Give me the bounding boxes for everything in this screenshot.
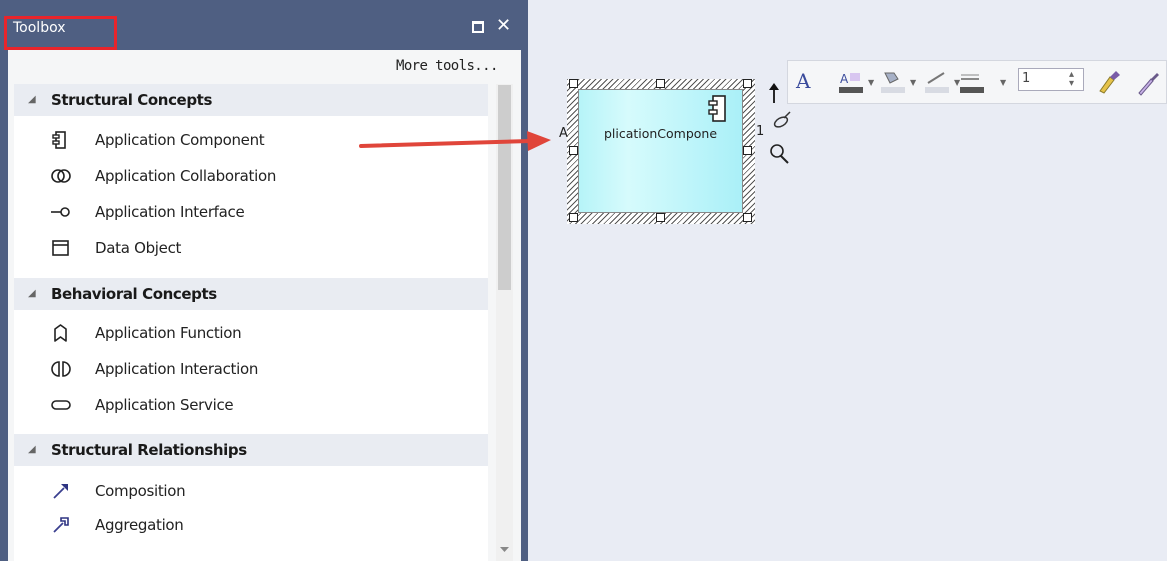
toolbox-item-application-function[interactable]: Application Function <box>14 317 488 349</box>
font-color-icon[interactable]: A <box>838 69 864 101</box>
section-label: Structural Concepts <box>51 91 212 109</box>
section-label: Structural Relationships <box>51 441 247 459</box>
section-label: Behavioral Concepts <box>51 285 217 303</box>
collapse-arrow-icon: ◢ <box>28 94 36 105</box>
interface-icon <box>50 202 72 222</box>
interaction-icon <box>50 359 72 379</box>
item-label: Application Interaction <box>95 360 259 378</box>
item-label: Application Component <box>95 131 265 149</box>
resize-handle-bottom-right[interactable] <box>743 213 752 222</box>
scroll-down-arrow-icon[interactable] <box>498 540 511 552</box>
resize-handle-right[interactable] <box>743 146 752 155</box>
composition-icon <box>50 481 72 501</box>
eyedropper-icon[interactable] <box>1135 69 1161 101</box>
font-button[interactable]: A <box>796 69 810 93</box>
item-label: Composition <box>95 482 186 500</box>
component-icon <box>50 130 72 150</box>
svg-text:A: A <box>840 72 849 86</box>
toolbox-item-application-service[interactable]: Application Service <box>14 389 488 421</box>
section-structural-concepts[interactable]: ◢ Structural Concepts <box>14 84 488 116</box>
chevron-down-icon[interactable]: ▼ <box>910 78 916 87</box>
section-behavioral-concepts[interactable]: ◢ Behavioral Concepts <box>14 278 488 310</box>
item-label: Application Service <box>95 396 234 414</box>
title-highlight-box <box>4 16 117 50</box>
element-label-left: A <box>559 126 568 141</box>
resize-handle-top-left[interactable] <box>569 79 578 88</box>
annotation-arrow <box>355 120 555 164</box>
function-icon <box>50 323 72 343</box>
resize-handle-top[interactable] <box>656 79 665 88</box>
toolbox-item-application-interface[interactable]: Application Interface <box>14 196 488 228</box>
line-color-icon[interactable] <box>924 69 950 101</box>
toolbox-item-application-collaboration[interactable]: Application Collaboration <box>14 160 488 192</box>
toolbox-item-composition[interactable]: Composition <box>14 475 488 507</box>
item-label: Application Function <box>95 324 242 342</box>
data-object-icon <box>50 238 72 258</box>
zoom-icon[interactable] <box>768 142 790 170</box>
service-icon <box>50 395 72 415</box>
pin-icon[interactable] <box>770 110 792 136</box>
collapse-arrow-icon: ◢ <box>28 288 36 299</box>
line-width-value: 1 <box>1022 71 1031 86</box>
toolbox-item-application-interaction[interactable]: Application Interaction <box>14 353 488 385</box>
quick-linker-arrow-icon[interactable] <box>767 82 781 108</box>
collaboration-icon <box>50 166 72 186</box>
line-width-icon[interactable] <box>959 69 985 101</box>
resize-handle-bottom-left[interactable] <box>569 213 578 222</box>
chevron-down-icon[interactable]: ▼ <box>1000 78 1006 87</box>
item-label: Aggregation <box>95 516 184 534</box>
resize-handle-left[interactable] <box>569 146 578 155</box>
element-label-right: 1 <box>756 124 765 139</box>
close-icon[interactable]: ✕ <box>496 15 511 37</box>
aggregation-icon <box>50 515 72 535</box>
chevron-down-icon[interactable]: ▼ <box>868 78 874 87</box>
element-component-icon <box>706 94 732 128</box>
toolbox-item-data-object[interactable]: Data Object <box>14 232 488 264</box>
item-label: Data Object <box>95 239 182 257</box>
section-structural-relationships[interactable]: ◢ Structural Relationships <box>14 434 488 466</box>
maximize-icon[interactable] <box>472 21 484 33</box>
more-tools-link[interactable]: More tools... <box>396 58 498 74</box>
item-label: Application Collaboration <box>95 167 277 185</box>
toolbox-item-aggregation[interactable]: Aggregation <box>14 509 488 541</box>
scrollbar-thumb[interactable] <box>498 85 511 290</box>
item-label: Application Interface <box>95 203 245 221</box>
element-name: plicationCompone <box>603 126 718 141</box>
collapse-arrow-icon: ◢ <box>28 444 36 455</box>
format-painter-icon[interactable] <box>1096 69 1122 101</box>
fill-color-icon[interactable] <box>880 69 906 101</box>
resize-handle-bottom[interactable] <box>656 213 665 222</box>
spinner-arrows-icon[interactable]: ▴ ▾ <box>1069 70 1074 89</box>
resize-handle-top-right[interactable] <box>743 79 752 88</box>
